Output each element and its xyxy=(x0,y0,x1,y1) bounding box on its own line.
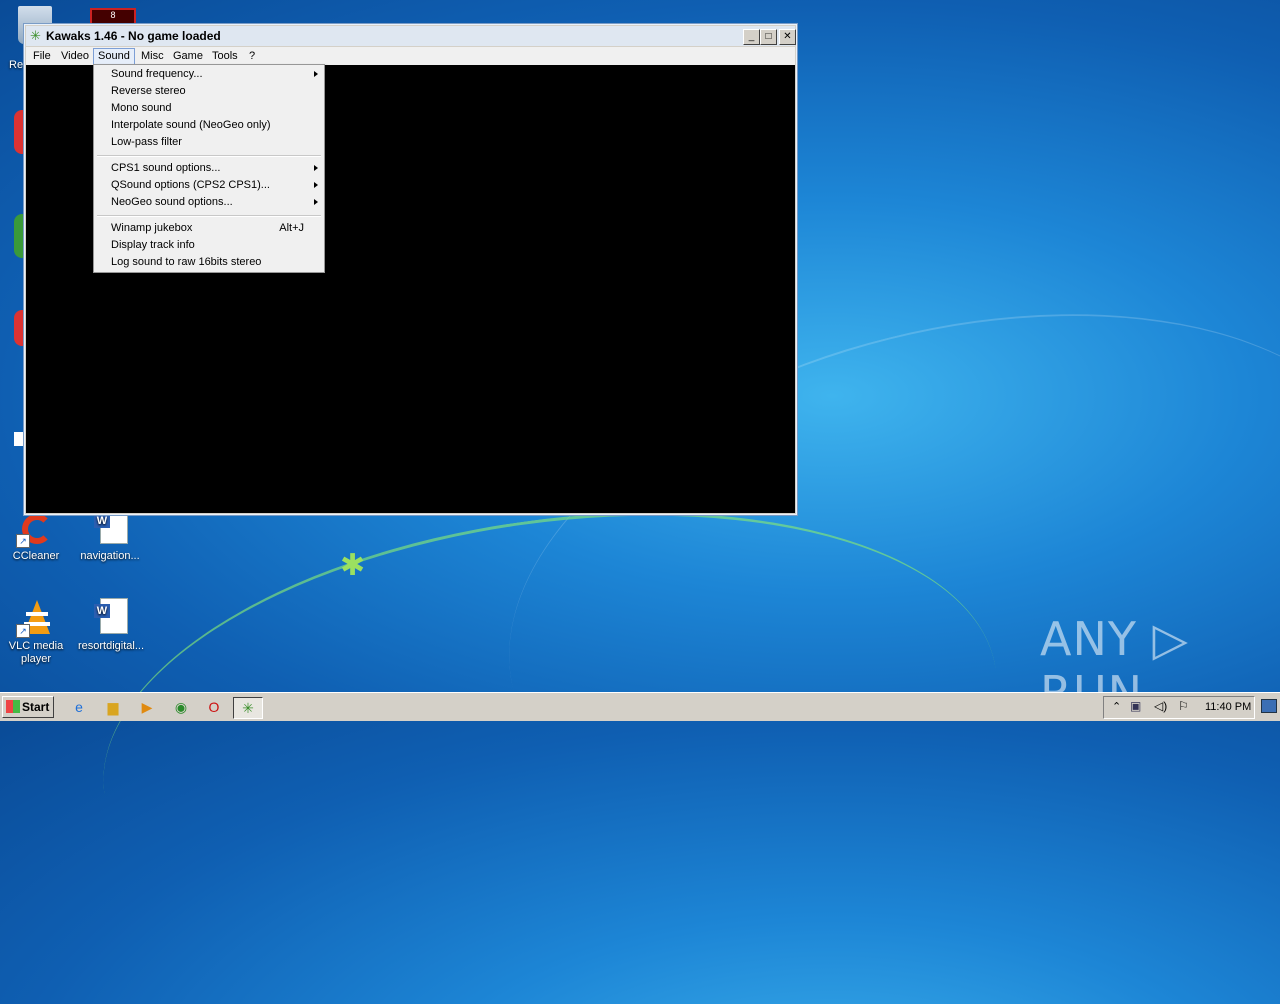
menu-bar: File Video Sound Misc Game Tools ? xyxy=(26,47,795,66)
menu-item-label: Sound frequency... xyxy=(111,68,203,80)
desktop-icon-vlc[interactable]: ↗ VLC media player xyxy=(4,598,68,666)
window-title: Kawaks 1.46 - No game loaded xyxy=(46,29,221,43)
chrome-icon[interactable]: ◉ xyxy=(170,697,192,717)
menu-item-qsound-options[interactable]: QSound options (CPS2 CPS1)... xyxy=(111,177,320,194)
windows-flag-icon xyxy=(6,700,20,713)
submenu-arrow-icon xyxy=(314,199,318,205)
kawaks-taskbar-button[interactable]: ✳ xyxy=(233,697,263,719)
desktop-icon-label: CCleaner xyxy=(12,550,60,562)
show-hidden-icons-icon[interactable]: ⌃ xyxy=(1112,700,1121,713)
menu-item-label: Log sound to raw 16bits stereo xyxy=(111,256,262,268)
vlc-icon: ↗ xyxy=(16,598,56,638)
menu-item-log-sound[interactable]: Log sound to raw 16bits stereo xyxy=(111,254,320,271)
windows-logo-mark: ✱ xyxy=(340,549,366,582)
desktop-icon-ccleaner[interactable]: ↗ CCleaner xyxy=(4,508,68,563)
desktop-icon-label: resortdigital... xyxy=(78,640,145,652)
start-button[interactable]: Start xyxy=(2,696,54,718)
menu-separator xyxy=(97,155,321,157)
menu-item-neogeo-sound-options[interactable]: NeoGeo sound options... xyxy=(111,194,320,211)
clock[interactable]: 11:40 PM xyxy=(1205,701,1251,713)
menu-item-shortcut: Alt+J xyxy=(279,222,304,234)
submenu-arrow-icon xyxy=(314,182,318,188)
internet-explorer-icon[interactable]: e xyxy=(68,697,90,717)
desktop-icon-label: navigation... xyxy=(80,550,140,562)
taskbar: Start e ▆ ▶ ◉ O ✳ ⌃ ▣ ◁) ⚐ 11:40 PM xyxy=(0,692,1280,721)
kawaks-app-icon: ✳ xyxy=(30,28,41,43)
menu-separator xyxy=(97,215,321,217)
menu-item-reverse-stereo[interactable]: Reverse stereo xyxy=(111,83,320,100)
desktop-icon-navigation[interactable]: W navigation... xyxy=(78,508,142,563)
menu-item-winamp-jukebox[interactable]: Winamp jukebox Alt+J xyxy=(111,220,320,237)
menu-item-label: NeoGeo sound options... xyxy=(111,196,233,208)
menu-video[interactable]: Video xyxy=(57,48,93,64)
menu-item-cps1-sound-options[interactable]: CPS1 sound options... xyxy=(111,160,320,177)
file-explorer-icon[interactable]: ▆ xyxy=(102,697,124,717)
menu-item-label: Interpolate sound (NeoGeo only) xyxy=(111,119,271,131)
shortcut-arrow-icon: ↗ xyxy=(16,624,30,638)
minimize-button[interactable]: _ xyxy=(743,29,760,45)
menu-item-mono-sound[interactable]: Mono sound xyxy=(111,100,320,117)
menu-item-label: Winamp jukebox xyxy=(111,222,193,234)
volume-icon[interactable]: ◁) xyxy=(1154,699,1167,713)
network-icon[interactable]: ▣ xyxy=(1130,699,1141,713)
start-label: Start xyxy=(22,700,50,714)
menu-item-label: CPS1 sound options... xyxy=(111,162,221,174)
menu-item-low-pass-filter[interactable]: Low-pass filter xyxy=(111,134,320,151)
menu-item-label: Reverse stereo xyxy=(111,85,186,97)
recycle-bin-label: Re xyxy=(9,59,24,71)
menu-item-label: QSound options (CPS2 CPS1)... xyxy=(111,179,270,191)
menu-misc[interactable]: Misc xyxy=(137,48,168,64)
submenu-arrow-icon xyxy=(314,71,318,77)
close-button[interactable]: ✕ xyxy=(779,29,796,45)
menu-tools[interactable]: Tools xyxy=(208,48,242,64)
media-player-icon[interactable]: ▶ xyxy=(136,697,158,717)
menu-item-label: Display track info xyxy=(111,239,195,251)
action-center-flag-icon[interactable]: ⚐ xyxy=(1178,699,1189,713)
menu-item-label: Mono sound xyxy=(111,102,172,114)
menu-file[interactable]: File xyxy=(29,48,55,64)
word-document-icon: W xyxy=(90,598,130,638)
menu-item-label: Low-pass filter xyxy=(111,136,182,148)
desktop-icon-label: VLC media player xyxy=(8,640,64,665)
menu-game[interactable]: Game xyxy=(169,48,207,64)
menu-item-sound-frequency[interactable]: Sound frequency... xyxy=(111,66,320,83)
menu-help[interactable]: ? xyxy=(245,48,259,64)
show-desktop-icon[interactable] xyxy=(1261,699,1277,713)
sound-menu-dropdown: Sound frequency... Reverse stereo Mono s… xyxy=(93,64,325,273)
shortcut-arrow-icon: ↗ xyxy=(16,534,30,548)
desktop-icon-resortdigital[interactable]: W resortdigital... xyxy=(78,598,145,653)
menu-item-interpolate-sound[interactable]: Interpolate sound (NeoGeo only) xyxy=(111,117,320,134)
menu-item-display-track-info[interactable]: Display track info xyxy=(111,237,320,254)
opera-icon[interactable]: O xyxy=(203,697,225,717)
maximize-button[interactable]: □ xyxy=(760,29,777,45)
title-bar[interactable]: ✳ Kawaks 1.46 - No game loaded _ □ ✕ xyxy=(26,26,796,46)
submenu-arrow-icon xyxy=(314,165,318,171)
